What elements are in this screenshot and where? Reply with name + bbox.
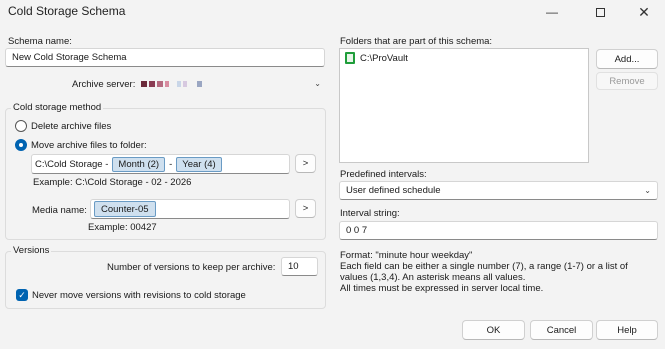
help-button[interactable]: Help [596,320,658,340]
media-name-input[interactable]: Counter-05 [90,199,290,219]
schema-name-label: Schema name: [8,36,72,47]
folder-prefix-text: C:\Cold Storage - [35,158,109,170]
folder-pattern-input[interactable]: C:\Cold Storage - Month (2) - Year (4) [31,154,290,174]
remove-folder-button[interactable]: Remove [596,72,658,90]
never-move-label: Never move versions with revisions to co… [32,289,246,301]
minimize-button[interactable]: — [529,0,575,24]
media-insert-button[interactable]: > [295,199,316,218]
predefined-intervals-label: Predefined intervals: [340,169,427,180]
media-example-text: Example: 00427 [88,222,157,233]
interval-string-label: Interval string: [340,208,400,219]
month-token[interactable]: Month (2) [112,156,166,172]
maximize-icon [595,7,605,17]
keep-versions-label: Number of versions to keep per archive: [107,262,276,273]
interval-string-value: 0 0 7 [346,225,368,236]
checkmark-icon: ✓ [16,289,28,301]
interval-string-input[interactable]: 0 0 7 [339,221,658,240]
maximize-button[interactable] [577,0,623,24]
close-icon: ✕ [638,3,650,20]
format-help-line: All times must be expressed in server lo… [340,283,544,294]
folder-icon [345,52,355,64]
media-name-label: Media name: [32,205,87,216]
predefined-intervals-select[interactable]: User defined schedule ⌄ [339,181,658,200]
move-radio-indicator [15,139,27,151]
archive-server-select[interactable]: ⌄ [137,74,325,93]
delete-radio-indicator [15,120,27,132]
delete-archive-radio[interactable]: Delete archive files [15,120,111,132]
format-help-line: values (1,3,4). An asterisk means all va… [340,272,526,283]
keep-versions-input[interactable]: 10 [281,257,318,276]
window-title: Cold Storage Schema [8,4,126,18]
remove-folder-label: Remove [609,75,645,87]
archive-server-value [141,80,202,87]
cold-storage-method-title: Cold storage method [11,102,104,113]
close-button[interactable]: ✕ [621,0,665,24]
chevron-down-icon: ⌄ [314,79,321,88]
media-counter-token[interactable]: Counter-05 [94,201,156,217]
archive-server-label: Archive server: [72,79,136,90]
insert-arrow-icon: > [302,203,309,214]
keep-versions-value: 10 [288,261,299,272]
folder-item-label: C:\ProVault [360,52,408,64]
schema-name-value: New Cold Storage Schema [12,52,127,63]
move-archive-label: Move archive files to folder: [31,139,147,151]
ok-label: OK [486,324,501,336]
chevron-down-icon: ⌄ [644,186,651,195]
move-archive-radio[interactable]: Move archive files to folder: [15,139,147,151]
folders-list[interactable]: C:\ProVault [339,48,589,163]
schema-name-input[interactable]: New Cold Storage Schema [5,48,325,67]
folder-insert-button[interactable]: > [295,154,316,173]
format-help-line: Format: "minute hour weekday" [340,250,473,261]
add-folder-label: Add... [614,53,640,65]
year-token[interactable]: Year (4) [176,156,222,172]
never-move-checkbox[interactable]: ✓ Never move versions with revisions to … [16,289,246,301]
list-item[interactable]: C:\ProVault [345,52,408,64]
versions-title: Versions [11,245,52,256]
minimize-icon: — [546,5,558,19]
delete-archive-label: Delete archive files [31,120,112,132]
format-help-line: Each field can be either a single number… [340,261,628,272]
insert-arrow-icon: > [302,158,309,169]
predefined-intervals-value: User defined schedule [346,185,441,196]
ok-button[interactable]: OK [462,320,525,340]
cancel-label: Cancel [546,324,577,336]
help-label: Help [617,324,637,336]
folders-label: Folders that are part of this schema: [340,36,493,47]
folder-example-text: Example: C:\Cold Storage - 02 - 2026 [33,177,192,188]
folder-separator: - [169,158,173,170]
format-help-text: Format: "minute hour weekday" Each field… [340,250,628,294]
add-folder-button[interactable]: Add... [596,49,658,69]
cancel-button[interactable]: Cancel [530,320,593,340]
